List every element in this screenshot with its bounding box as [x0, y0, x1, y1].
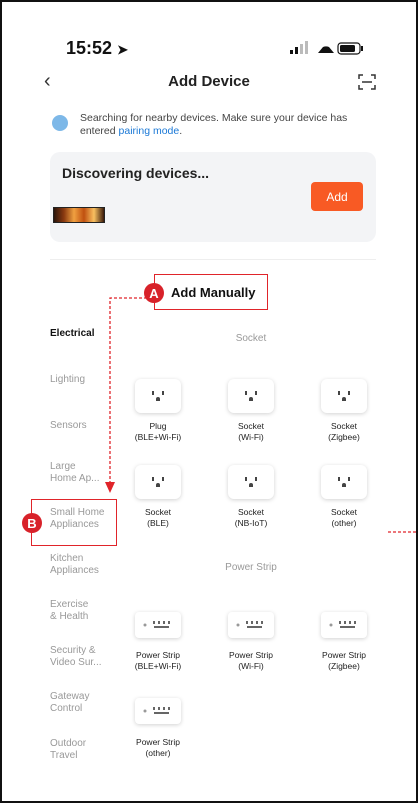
socket-outlet-icon[interactable]	[321, 379, 367, 413]
category-small-home-appliances[interactable]: Small Home Appliances	[50, 507, 120, 531]
socket-outlet-icon[interactable]	[321, 465, 367, 499]
section-power-strip: Power Strip	[225, 562, 277, 573]
socket-outlet-icon[interactable]	[228, 379, 274, 413]
category-kitchen-appliances[interactable]: Kitchen Appliances	[50, 553, 120, 577]
product-socket-wifi[interactable]: Socket (Wi-Fi)	[206, 421, 296, 443]
wifi-icon	[318, 46, 334, 53]
add-manually-label[interactable]: Add Manually	[171, 285, 256, 300]
power-strip-icon[interactable]	[135, 612, 181, 638]
add-button[interactable]: Add	[311, 182, 363, 211]
category-exercise-health[interactable]: Exercise & Health	[50, 599, 120, 623]
device-thumbnail	[53, 207, 105, 223]
product-socket-other[interactable]: Socket (other)	[299, 507, 389, 529]
product-socket-ble[interactable]: Socket (BLE)	[113, 507, 203, 529]
product-power-strip-zigbee[interactable]: Power Strip (Zigbee)	[299, 650, 389, 672]
power-strip-icon[interactable]	[321, 612, 367, 638]
product-power-strip-wifi[interactable]: Power Strip (Wi-Fi)	[206, 650, 296, 672]
scan-icon[interactable]	[358, 74, 376, 90]
annotation-dash-right	[388, 531, 416, 533]
divider	[50, 259, 376, 260]
socket-outlet-icon[interactable]	[135, 465, 181, 499]
category-electrical[interactable]: Electrical	[50, 328, 120, 340]
product-socket-nb-iot[interactable]: Socket (NB-IoT)	[206, 507, 296, 529]
product-power-strip-other[interactable]: Power Strip (other)	[113, 737, 203, 759]
category-sensors[interactable]: Sensors	[50, 420, 120, 432]
signal-icon	[290, 50, 293, 54]
search-hint: Searching for nearby devices. Make sure …	[80, 112, 348, 137]
pairing-mode-link[interactable]: pairing mode	[119, 125, 180, 137]
socket-outlet-icon[interactable]	[135, 379, 181, 413]
power-strip-icon[interactable]	[135, 698, 181, 724]
socket-outlet-icon[interactable]	[228, 465, 274, 499]
status-time: 15:52 ➤	[66, 38, 128, 58]
product-socket-zigbee[interactable]: Socket (Zigbee)	[299, 421, 389, 443]
loading-icon	[52, 115, 68, 131]
annotation-b-badge: B	[22, 513, 42, 533]
category-large-home-appliances[interactable]: Large Home Ap...	[50, 461, 120, 485]
section-socket: Socket	[235, 333, 267, 344]
power-strip-icon[interactable]	[228, 612, 274, 638]
category-outdoor-travel[interactable]: Outdoor Travel	[50, 738, 120, 762]
status-icons	[290, 41, 363, 55]
category-lighting[interactable]: Lighting	[50, 374, 120, 386]
category-gateway-control[interactable]: Gateway Control	[50, 691, 120, 715]
category-security-video[interactable]: Security & Video Sur...	[50, 645, 120, 669]
product-power-strip-ble-wifi[interactable]: Power Strip (BLE+Wi-Fi)	[113, 650, 203, 672]
product-plug-ble-wifi[interactable]: Plug (BLE+Wi-Fi)	[113, 421, 203, 443]
page-title: Add Device	[168, 73, 250, 90]
discover-title: Discovering devices...	[62, 165, 210, 181]
